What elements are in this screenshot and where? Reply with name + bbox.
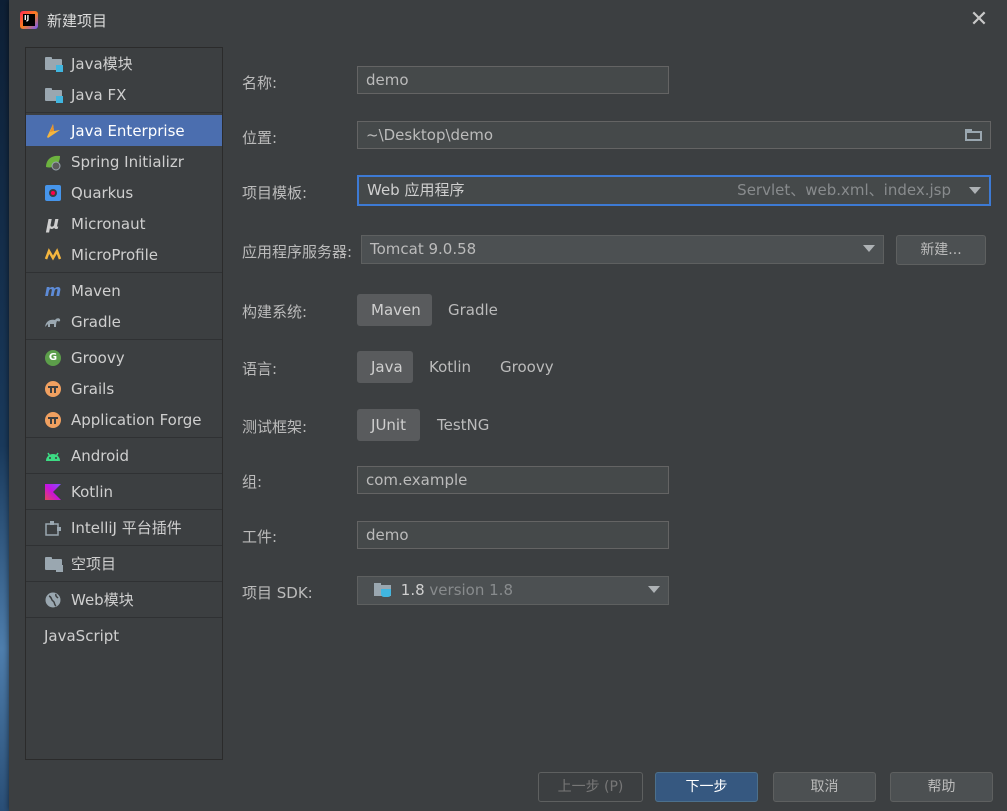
template-hint: Servlet、web.xml、index.jsp: [737, 181, 951, 199]
sidebar-item-groovy[interactable]: G Groovy: [26, 342, 222, 373]
sidebar-item-application-forge[interactable]: Application Forge: [26, 404, 222, 435]
artifact-field[interactable]: demo: [357, 521, 669, 549]
divider: [26, 581, 222, 582]
empty-folder-icon: [44, 555, 63, 573]
sidebar-item-quarkus[interactable]: Quarkus: [26, 177, 222, 208]
intellij-logo-icon: IJ: [20, 11, 38, 29]
next-button[interactable]: 下一步: [655, 772, 758, 802]
sidebar-item-web-module[interactable]: Web模块: [26, 584, 222, 615]
server-dropdown[interactable]: Tomcat 9.0.58: [361, 235, 884, 264]
quarkus-icon: [44, 184, 62, 202]
build-option-maven[interactable]: Maven: [357, 294, 432, 326]
language-label: 语言:: [242, 360, 278, 378]
sidebar-item-java-fx[interactable]: Java FX: [26, 79, 222, 110]
test-framework-label: 测试框架:: [242, 418, 308, 436]
divider: [26, 509, 222, 510]
sdk-dropdown[interactable]: 1.8 version 1.8: [357, 576, 669, 605]
chevron-down-icon: [648, 586, 660, 593]
spring-icon: [44, 153, 62, 171]
gradle-icon: [44, 313, 62, 331]
dialog-title: 新建项目: [47, 12, 108, 30]
divider: [26, 272, 222, 273]
language-option-kotlin[interactable]: Kotlin: [415, 351, 485, 383]
build-option-gradle[interactable]: Gradle: [434, 294, 512, 326]
sdk-label: 项目 SDK:: [242, 584, 313, 602]
template-label: 项目模板:: [242, 184, 308, 202]
sdk-value: 1.8: [400, 581, 425, 599]
new-project-dialog: IJ 新建项目 ✕ Java模块 Java FX Java Enterprise…: [9, 0, 1007, 811]
android-icon: [44, 447, 62, 465]
kotlin-icon: [44, 483, 62, 501]
template-value: Web 应用程序: [367, 181, 465, 199]
group-label: 组:: [242, 473, 263, 491]
group-field[interactable]: com.example: [357, 466, 669, 494]
template-dropdown[interactable]: Web 应用程序 Servlet、web.xml、index.jsp: [357, 175, 991, 206]
help-button[interactable]: 帮助: [890, 772, 993, 802]
divider: [26, 473, 222, 474]
sidebar-item-grails[interactable]: Grails: [26, 373, 222, 404]
microprofile-icon: [44, 246, 62, 264]
sdk-version: version 1.8: [429, 581, 513, 599]
divider: [26, 545, 222, 546]
server-label: 应用程序服务器:: [242, 243, 353, 261]
test-option-testng[interactable]: TestNG: [423, 409, 503, 441]
chevron-down-icon: [969, 187, 981, 194]
cancel-button[interactable]: 取消: [773, 772, 876, 802]
application-forge-icon: [44, 411, 62, 429]
sidebar-item-maven[interactable]: m Maven: [26, 275, 222, 306]
divider: [26, 437, 222, 438]
grails-icon: [44, 380, 62, 398]
sidebar-item-microprofile[interactable]: MicroProfile: [26, 239, 222, 270]
browse-folder-icon[interactable]: [965, 129, 982, 141]
module-folder-icon: [44, 86, 63, 104]
module-folder-icon: [44, 55, 63, 73]
artifact-label: 工件:: [242, 528, 278, 546]
sidebar-item-android[interactable]: Android: [26, 440, 222, 471]
language-option-java[interactable]: Java: [357, 351, 413, 383]
micronaut-icon: μ: [46, 213, 60, 234]
project-type-list: Java模块 Java FX Java Enterprise Spring In…: [25, 47, 223, 760]
sidebar-item-empty-project[interactable]: 空项目: [26, 548, 222, 579]
new-server-button[interactable]: 新建...: [896, 235, 986, 265]
sidebar-item-intellij-plugin[interactable]: IntelliJ 平台插件: [26, 512, 222, 543]
chevron-down-icon: [863, 245, 875, 252]
divider: [26, 339, 222, 340]
title-bar: IJ 新建项目 ✕: [9, 0, 1007, 40]
divider: [26, 112, 222, 113]
location-value: ~\Desktop\demo: [366, 126, 494, 144]
close-icon[interactable]: ✕: [967, 6, 991, 34]
sidebar-item-micronaut[interactable]: μ Micronaut: [26, 208, 222, 239]
build-system-label: 构建系统:: [242, 303, 308, 321]
sidebar-item-gradle[interactable]: Gradle: [26, 306, 222, 337]
language-option-groovy[interactable]: Groovy: [486, 351, 568, 383]
sidebar-item-kotlin[interactable]: Kotlin: [26, 476, 222, 507]
maven-icon: m: [44, 281, 62, 300]
groovy-icon: G: [44, 349, 62, 367]
location-label: 位置:: [242, 129, 278, 147]
plugin-icon: [44, 519, 62, 537]
sdk-folder-icon: [374, 583, 392, 597]
previous-button[interactable]: 上一步 (P): [538, 772, 643, 802]
test-option-junit[interactable]: JUnit: [357, 409, 420, 441]
sidebar-item-spring-initializr[interactable]: Spring Initializr: [26, 146, 222, 177]
name-field[interactable]: demo: [357, 66, 669, 94]
java-enterprise-icon: [44, 122, 62, 140]
server-value: Tomcat 9.0.58: [370, 240, 477, 258]
divider: [26, 617, 222, 618]
name-label: 名称:: [242, 74, 278, 92]
sidebar-item-java-enterprise[interactable]: Java Enterprise: [26, 115, 222, 146]
sidebar-item-javascript[interactable]: JavaScript: [26, 620, 222, 651]
location-field[interactable]: ~\Desktop\demo: [357, 121, 991, 149]
globe-icon: [44, 591, 62, 609]
sidebar-item-java-module[interactable]: Java模块: [26, 48, 222, 79]
